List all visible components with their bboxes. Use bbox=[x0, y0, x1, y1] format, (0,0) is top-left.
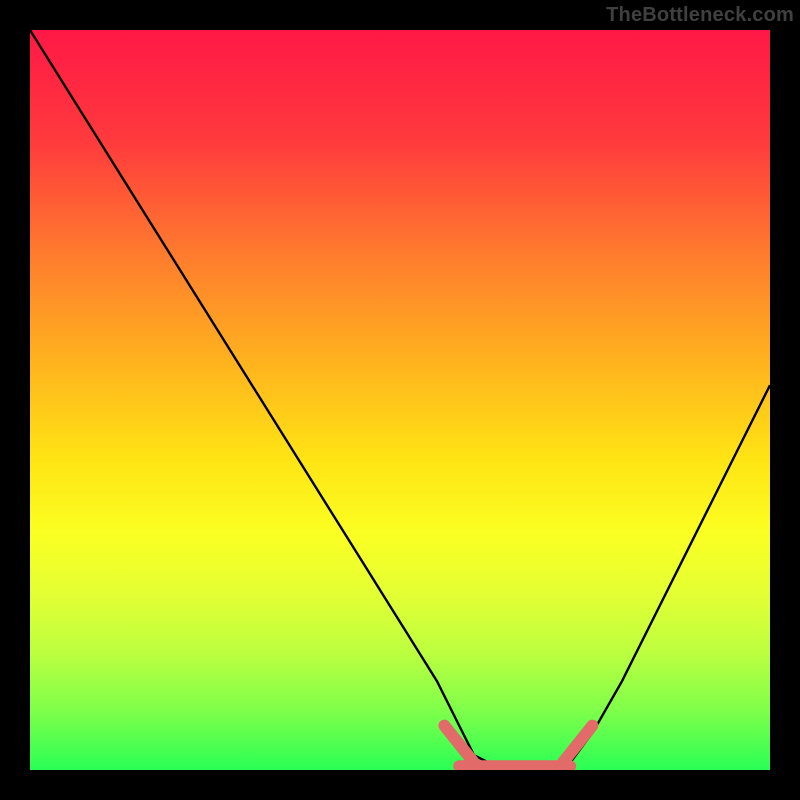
plot-area bbox=[30, 30, 770, 770]
chart-frame: TheBottleneck.com bbox=[0, 0, 800, 800]
bottleneck-curve bbox=[30, 30, 770, 770]
flat-right-stub bbox=[563, 726, 593, 763]
source-label: TheBottleneck.com bbox=[606, 4, 794, 27]
flat-left-stub bbox=[444, 726, 474, 763]
